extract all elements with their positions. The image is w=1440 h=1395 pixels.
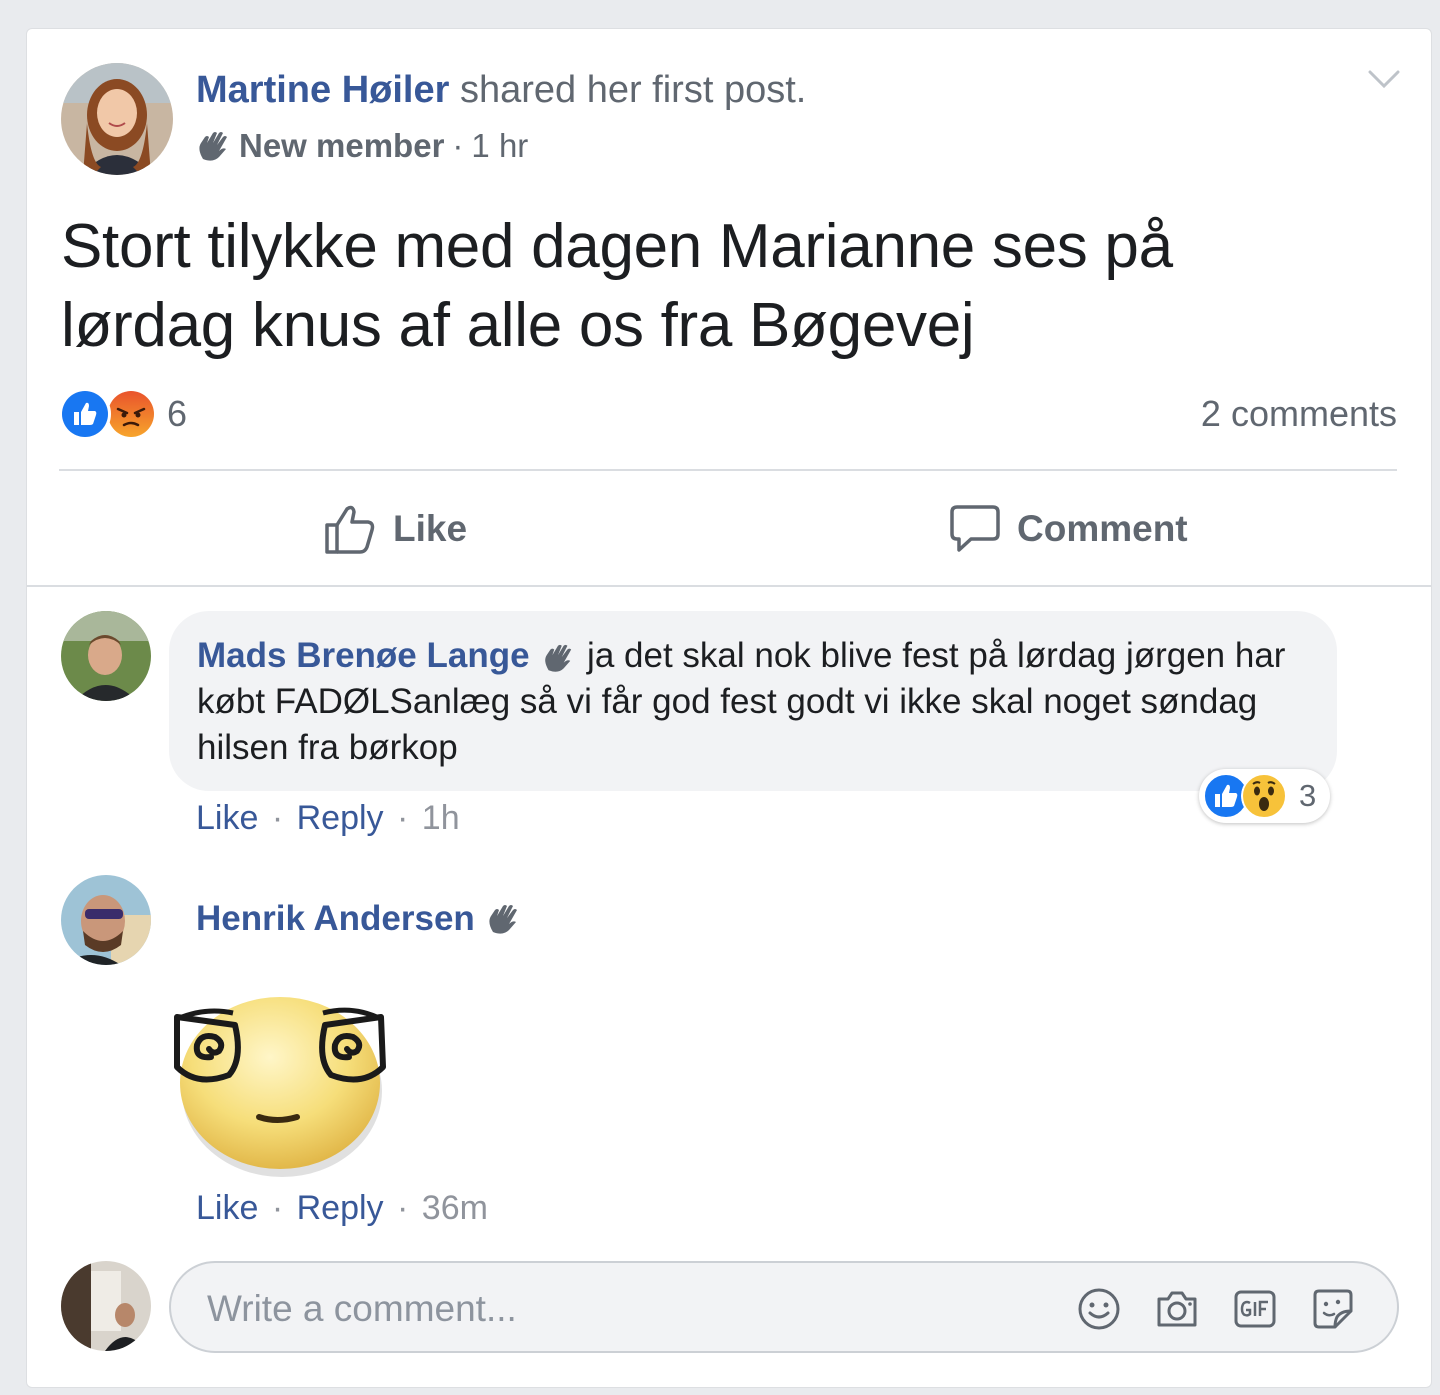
gif-icon[interactable] [1233,1287,1277,1331]
like-reaction-icon [59,388,111,440]
like-button-label: Like [393,508,468,549]
comment-reactions[interactable]: 3 [1199,769,1331,823]
like-button[interactable]: Like [323,499,467,559]
commenter-avatar[interactable] [61,611,151,701]
comment-button-label: Comment [1017,508,1188,549]
speech-bubble-icon [950,505,1000,552]
reactions-summary[interactable]: 6 [59,387,187,441]
angry-reaction-icon [105,388,157,440]
divider [27,585,1431,587]
current-user-avatar [61,1261,151,1351]
comment-composer[interactable] [169,1261,1399,1353]
commenter-row: Henrik Andersen [196,899,521,939]
comment-actions: Like · Reply · 36m [196,1189,488,1228]
wow-reaction-icon [1241,773,1287,819]
post-headline: Martine Høiler shared her first post. [196,69,806,112]
comment-actions: Like · Reply · 1h [196,799,460,838]
comment-reply-link[interactable]: Reply [297,799,384,837]
emoji-icon[interactable] [1077,1287,1121,1331]
post-time[interactable]: 1 hr [471,127,528,165]
comment-time[interactable]: 36m [422,1189,488,1227]
comment-reaction-count: 3 [1299,778,1317,813]
post-text: Stort tilykke med dagen Marianne ses på … [61,212,1173,360]
divider [59,469,1397,471]
comment-button[interactable]: Comment [949,499,1188,559]
post-meta: New member · 1 hr [195,127,528,165]
author-name[interactable]: Martine Høiler [196,69,449,111]
comment-time[interactable]: 1h [422,799,460,837]
chevron-down-icon[interactable] [1367,67,1401,91]
meta-separator: · [452,127,464,164]
camera-icon[interactable] [1155,1287,1199,1331]
comments-count[interactable]: 2 comments [1201,393,1397,435]
action-text: shared her first post. [459,69,807,111]
commenter-name[interactable]: Henrik Andersen [196,899,475,939]
comment-input[interactable] [205,1281,1029,1337]
post-card: Martine Høiler shared her first post. Ne… [26,28,1432,1388]
wave-icon [545,644,572,672]
comment-bubble: Mads Brenøe Lange ja det skal nok blive … [169,611,1337,791]
commenter-avatar[interactable] [61,875,151,965]
wave-icon [199,132,227,161]
comment-reply-link[interactable]: Reply [297,1189,384,1227]
sticker-icon[interactable] [1311,1287,1355,1331]
meta-separator: · [271,1189,284,1227]
comment-like-link[interactable]: Like [196,799,258,837]
meta-separator: · [271,799,284,837]
wave-icon [489,905,517,934]
reaction-count: 6 [167,393,188,434]
dizzy-face-sticker[interactable] [167,979,397,1179]
meta-separator: · [397,799,409,837]
author-avatar[interactable] [61,63,173,175]
meta-separator: · [397,1189,409,1227]
commenter-name[interactable]: Mads Brenøe Lange [197,636,530,675]
thumbs-up-icon [325,505,375,554]
comment-like-link[interactable]: Like [196,1189,258,1227]
member-badge: New member [239,127,445,164]
